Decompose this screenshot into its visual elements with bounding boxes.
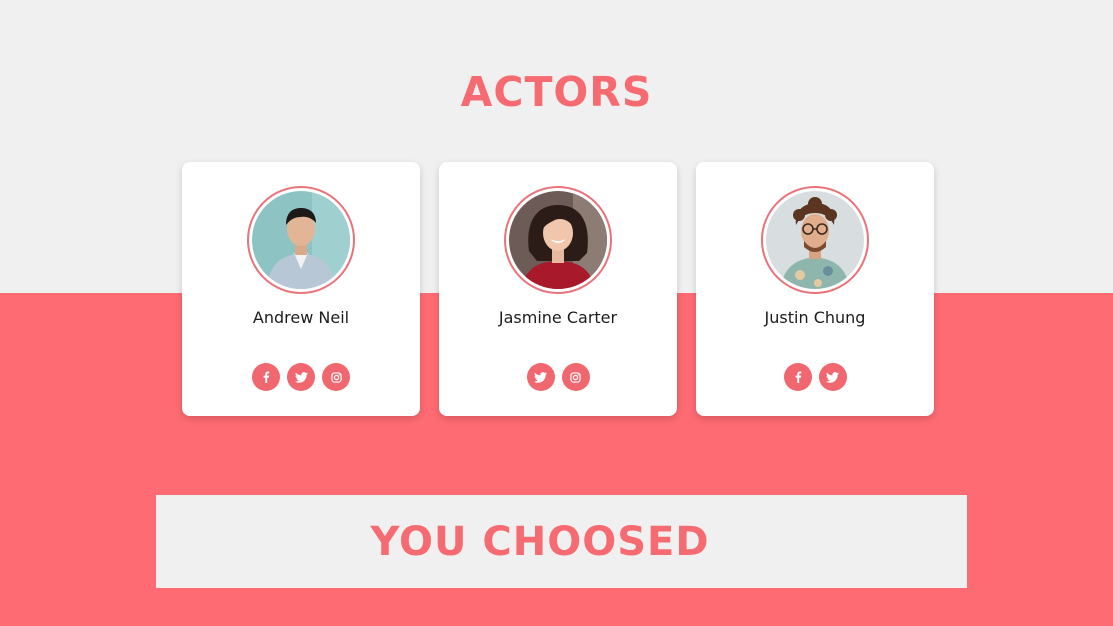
avatar-ring (247, 186, 355, 294)
facebook-button[interactable] (252, 363, 280, 391)
twitter-button[interactable] (526, 363, 555, 391)
facebook-button[interactable] (783, 363, 812, 391)
avatar (509, 191, 607, 289)
twitter-button[interactable] (818, 363, 847, 391)
instagram-icon (330, 371, 342, 383)
twitter-icon (294, 371, 308, 383)
actor-card-jasmine-carter[interactable]: Jasmine Carter (439, 162, 677, 416)
actor-name: Jasmine Carter (498, 308, 618, 327)
avatar (252, 191, 350, 289)
page-title: ACTORS (460, 68, 653, 116)
avatar-ring (761, 186, 869, 294)
social-links (182, 363, 420, 391)
actor-name: Justin Chung (764, 308, 866, 327)
avatar (766, 191, 864, 289)
facebook-icon (795, 371, 801, 383)
selection-panel: YOU CHOOSED (156, 495, 967, 588)
twitter-button[interactable] (287, 363, 315, 391)
twitter-icon (826, 371, 839, 383)
avatar-ring (504, 186, 612, 294)
actor-name: Andrew Neil (252, 308, 350, 327)
instagram-icon (570, 371, 581, 383)
instagram-button[interactable] (561, 363, 590, 391)
social-links (696, 363, 934, 391)
social-links (439, 363, 677, 391)
actor-card-andrew-neil[interactable]: Andrew Neil (182, 162, 420, 416)
twitter-icon (534, 371, 547, 383)
actor-card-justin-chung[interactable]: Justin Chung (696, 162, 934, 416)
selection-label: YOU CHOOSED (370, 519, 710, 565)
facebook-icon (263, 371, 270, 383)
instagram-button[interactable] (322, 363, 350, 391)
